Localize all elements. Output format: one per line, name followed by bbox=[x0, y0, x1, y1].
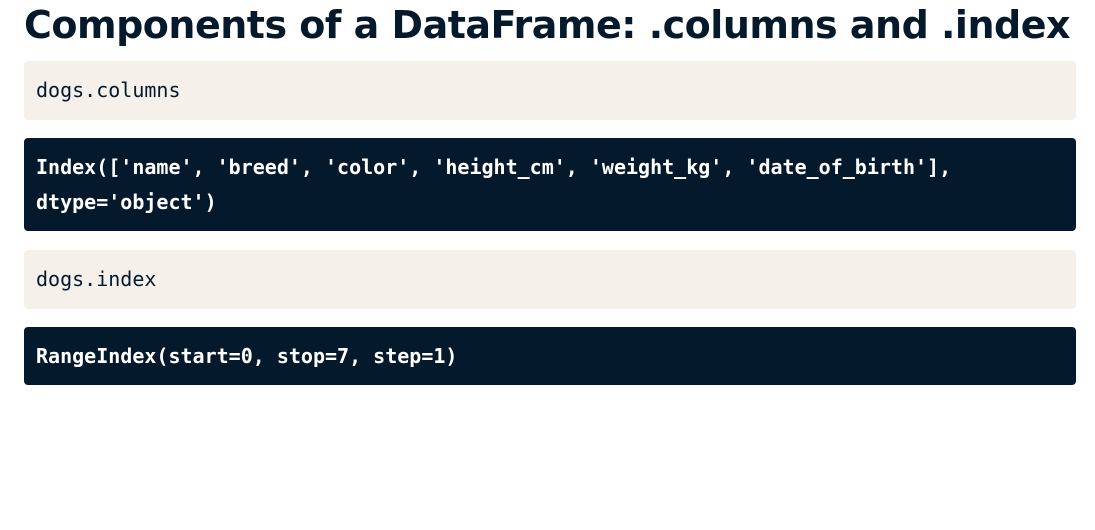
code-output-columns-line-1: Index(['name', 'breed', 'color', 'height… bbox=[36, 155, 952, 179]
code-output-columns-line-2: dtype='object') bbox=[36, 190, 217, 214]
code-input-index: dogs.index bbox=[24, 250, 1076, 309]
code-output-index-text: RangeIndex(start=0, stop=7, step=1) bbox=[36, 344, 458, 368]
code-output-index: RangeIndex(start=0, stop=7, step=1) bbox=[24, 327, 1076, 385]
page-title: Components of a DataFrame: .columns and … bbox=[24, 3, 1071, 47]
code-output-columns: Index(['name', 'breed', 'color', 'height… bbox=[24, 138, 1076, 231]
code-input-columns-text: dogs.columns bbox=[36, 78, 181, 102]
code-input-columns: dogs.columns bbox=[24, 61, 1076, 120]
code-input-index-text: dogs.index bbox=[36, 267, 157, 291]
